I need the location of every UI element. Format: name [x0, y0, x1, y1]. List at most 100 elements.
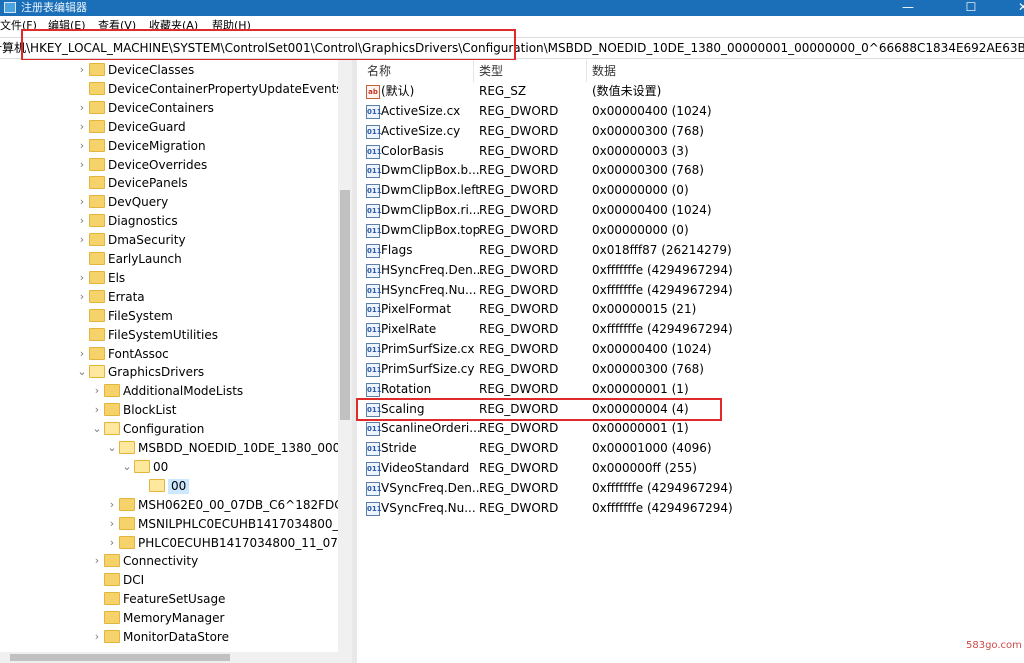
tree-item[interactable]: DCI: [0, 571, 340, 590]
value-row[interactable]: 011 VideoStandard REG_DWORD 0x000000ff (255…: [357, 459, 1024, 479]
value-row[interactable]: 011 ActiveSize.cy REG_DWORD 0x00000300 (768…: [357, 122, 1024, 142]
tree-vertical-scroll-thumb[interactable]: [340, 190, 350, 420]
tree-item[interactable]: DevicePanels: [0, 174, 340, 193]
tree-item[interactable]: › Connectivity: [0, 552, 340, 571]
tree-item[interactable]: › MSNILPHLC0ECUHB1417034800_11_: [0, 515, 352, 534]
tree-item-label[interactable]: FileSystem: [108, 309, 173, 324]
value-row[interactable]: 011 PixelFormat REG_DWORD 0x00000015 (21): [357, 300, 1024, 320]
tree-item-label[interactable]: DeviceContainers: [108, 101, 214, 116]
tree-item[interactable]: › Els: [0, 269, 340, 288]
tree-item[interactable]: ⌄ MSBDD_NOEDID_10DE_1380_000000: [0, 439, 352, 458]
tree-item-label[interactable]: EarlyLaunch: [108, 252, 182, 267]
tree-item-label[interactable]: GraphicsDrivers: [108, 365, 204, 380]
tree-item-label[interactable]: DmaSecurity: [108, 233, 186, 248]
tree-item[interactable]: ⌄ Configuration: [0, 420, 340, 439]
chevron-down-icon[interactable]: ⌄: [77, 365, 87, 379]
tree-item-label[interactable]: DevicePanels: [108, 176, 188, 191]
tree-item[interactable]: › FontAssoc: [0, 345, 340, 364]
tree-item[interactable]: › Diagnostics: [0, 212, 340, 231]
tree-item-label[interactable]: DeviceContainerPropertyUpdateEvents: [108, 82, 343, 97]
column-divider[interactable]: [586, 60, 587, 82]
tree-item[interactable]: EarlyLaunch: [0, 250, 340, 269]
tree-item[interactable]: › DeviceGuard: [0, 118, 340, 137]
tree-item-label[interactable]: FontAssoc: [108, 347, 169, 362]
tree-item[interactable]: › BlockList: [0, 401, 340, 420]
value-row[interactable]: ab (默认) REG_SZ (数值未设置): [357, 82, 1024, 102]
tree-item[interactable]: › DeviceClasses: [0, 61, 340, 80]
tree-horizontal-scroll-thumb[interactable]: [10, 654, 230, 661]
tree-item-label[interactable]: MSNILPHLC0ECUHB1417034800_11_: [138, 517, 352, 532]
tree-item[interactable]: ⌄ 00: [0, 458, 340, 477]
tree-item-label[interactable]: Connectivity: [123, 554, 198, 569]
chevron-right-icon[interactable]: ›: [92, 554, 102, 568]
tree-item-label[interactable]: MemoryManager: [123, 611, 224, 626]
value-row[interactable]: 011 ScanlineOrderi... REG_DWORD 0x00000001 …: [357, 419, 1024, 439]
chevron-down-icon[interactable]: ⌄: [107, 441, 117, 455]
tree-item[interactable]: › DeviceMigration: [0, 137, 340, 156]
value-row[interactable]: 011 HSyncFreq.Nu... REG_DWORD 0xfffffffe (4…: [357, 281, 1024, 301]
tree-item[interactable]: › DevQuery: [0, 193, 340, 212]
chevron-down-icon[interactable]: ⌄: [122, 460, 132, 474]
column-header-name[interactable]: 名称: [367, 64, 391, 79]
chevron-right-icon[interactable]: ›: [92, 384, 102, 398]
value-row[interactable]: 011 Flags REG_DWORD 0x018fff87 (26214279): [357, 241, 1024, 261]
values-list-pane[interactable]: 名称 类型 数据 ab (默认) REG_SZ (数值未设置) 011 ActiveSiz…: [357, 60, 1024, 663]
tree-item-label[interactable]: MonitorDataStore: [123, 630, 229, 645]
column-header-type[interactable]: 类型: [479, 64, 503, 79]
value-row[interactable]: 011 Rotation REG_DWORD 0x00000001 (1): [357, 380, 1024, 400]
chevron-right-icon[interactable]: ›: [107, 517, 117, 531]
tree-item-label[interactable]: DCI: [123, 573, 144, 588]
tree-item-label[interactable]: MSH062E0_00_07DB_C6^182FDC087: [138, 498, 352, 513]
tree-item[interactable]: › MSH062E0_00_07DB_C6^182FDC087: [0, 496, 352, 515]
close-button[interactable]: ✕: [1000, 0, 1024, 16]
tree-item-label[interactable]: Errata: [108, 290, 145, 305]
value-row[interactable]: 011 DwmClipBox.left REG_DWORD 0x00000000 (0…: [357, 181, 1024, 201]
tree-item-label[interactable]: MSBDD_NOEDID_10DE_1380_000000: [138, 441, 352, 456]
tree-item[interactable]: FileSystem: [0, 307, 340, 326]
tree-item[interactable]: › DeviceContainers: [0, 99, 340, 118]
chevron-right-icon[interactable]: ›: [77, 290, 87, 304]
tree-horizontal-scrollbar[interactable]: [0, 652, 352, 663]
tree-item-label[interactable]: DeviceGuard: [108, 120, 186, 135]
tree-item[interactable]: › PHLC0ECUHB1417034800_11_07DE_[: [0, 534, 352, 553]
value-row[interactable]: 011 DwmClipBox.top REG_DWORD 0x00000000 (0): [357, 221, 1024, 241]
tree-item[interactable]: ⌄ GraphicsDrivers: [0, 363, 340, 382]
key-tree-pane[interactable]: › DeviceClasses DeviceContainerPropertyUpd…: [0, 60, 352, 652]
chevron-right-icon[interactable]: ›: [92, 630, 102, 644]
tree-item-label[interactable]: 00: [153, 460, 168, 475]
value-row[interactable]: 011 VSyncFreq.Nu... REG_DWORD 0xfffffffe (4…: [357, 499, 1024, 519]
tree-item[interactable]: › MonitorDataStore: [0, 628, 340, 647]
chevron-down-icon[interactable]: ⌄: [92, 422, 102, 436]
value-row[interactable]: 011 ColorBasis REG_DWORD 0x00000003 (3): [357, 142, 1024, 162]
tree-item-label[interactable]: DeviceOverrides: [108, 158, 207, 173]
tree-item-label[interactable]: DeviceMigration: [108, 139, 206, 154]
maximize-button[interactable]: ☐: [948, 0, 994, 16]
tree-item-label[interactable]: Els: [108, 271, 125, 286]
tree-item-label[interactable]: DevQuery: [108, 195, 168, 210]
tree-item[interactable]: DeviceContainerPropertyUpdateEvents: [0, 80, 343, 99]
tree-item-label[interactable]: Diagnostics: [108, 214, 178, 229]
value-row[interactable]: 011 DwmClipBox.b... REG_DWORD 0x00000300 (7…: [357, 161, 1024, 181]
column-header-data[interactable]: 数据: [592, 64, 616, 79]
chevron-right-icon[interactable]: ›: [107, 536, 117, 550]
tree-item-label[interactable]: PHLC0ECUHB1417034800_11_07DE_[: [138, 536, 352, 551]
value-row[interactable]: 011 HSyncFreq.Den... REG_DWORD 0xfffffffe (…: [357, 261, 1024, 281]
chevron-right-icon[interactable]: ›: [107, 498, 117, 512]
tree-item-label[interactable]: BlockList: [123, 403, 176, 418]
value-row[interactable]: 011 Stride REG_DWORD 0x00001000 (4096): [357, 439, 1024, 459]
chevron-right-icon[interactable]: ›: [77, 120, 87, 134]
chevron-right-icon[interactable]: ›: [77, 271, 87, 285]
chevron-right-icon[interactable]: ›: [92, 403, 102, 417]
tree-item[interactable]: › DmaSecurity: [0, 231, 340, 250]
value-row[interactable]: 011 PrimSurfSize.cx REG_DWORD 0x00000400 (1…: [357, 340, 1024, 360]
tree-item-label[interactable]: Configuration: [123, 422, 204, 437]
chevron-right-icon[interactable]: ›: [77, 101, 87, 115]
chevron-right-icon[interactable]: ›: [77, 214, 87, 228]
tree-vertical-scrollbar[interactable]: [338, 60, 352, 652]
value-row[interactable]: 011 PixelRate REG_DWORD 0xfffffffe (4294967…: [357, 320, 1024, 340]
chevron-right-icon[interactable]: ›: [77, 195, 87, 209]
tree-item-label[interactable]: DeviceClasses: [108, 63, 194, 78]
value-row[interactable]: 011 DwmClipBox.ri... REG_DWORD 0x00000400 (…: [357, 201, 1024, 221]
chevron-right-icon[interactable]: ›: [77, 158, 87, 172]
tree-item[interactable]: › AdditionalModeLists: [0, 382, 340, 401]
